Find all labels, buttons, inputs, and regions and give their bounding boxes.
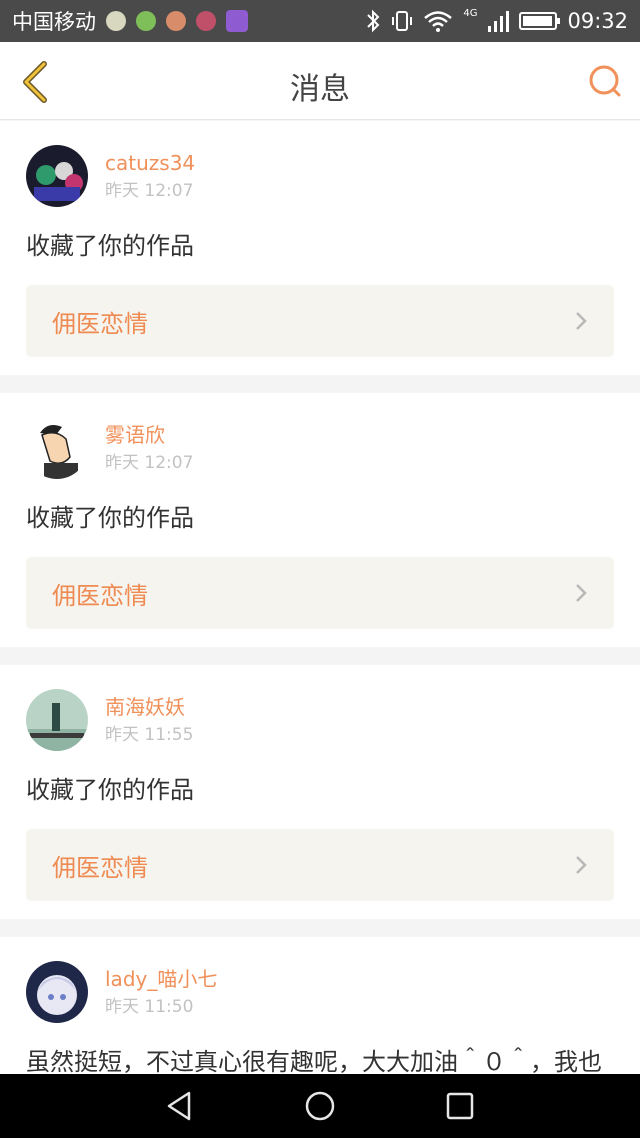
timestamp: 昨天 11:55	[105, 725, 194, 745]
avatar[interactable]	[26, 689, 88, 751]
app-notification-icon	[166, 11, 186, 31]
work-link[interactable]: 佣医恋情	[26, 285, 614, 357]
message-text: 收藏了你的作品	[26, 504, 194, 532]
work-title: 佣医恋情	[52, 581, 148, 610]
message-item[interactable]: lady_喵小七 昨天 11:50 虽然挺短，不过真心很有趣呢，大大加油＾０＾，…	[0, 937, 640, 1074]
work-title: 佣医恋情	[52, 309, 148, 338]
message-list[interactable]: catuzs34 昨天 12:07 收藏了你的作品 佣医恋情 雾语欣 昨天 12…	[0, 121, 640, 1074]
work-link[interactable]: 佣医恋情	[26, 829, 614, 901]
page-title: 消息	[290, 72, 350, 107]
work-title: 佣医恋情	[52, 853, 148, 882]
battery-icon	[519, 12, 561, 30]
network-type-label: 4G	[463, 7, 478, 19]
clock: 09:32	[567, 9, 628, 33]
username[interactable]: catuzs34	[105, 150, 195, 176]
chevron-right-icon	[576, 312, 587, 330]
search-icon[interactable]	[588, 64, 622, 98]
timestamp: 昨天 12:07	[105, 181, 194, 201]
header: 消息	[0, 42, 640, 120]
work-link[interactable]: 佣医恋情	[26, 557, 614, 629]
status-bar: 中国移动 4G 09:32	[0, 0, 640, 42]
comment-text: 虽然挺短，不过真心很有趣呢，大大加油＾０＾，我也写过佣医，可以给我提建议吗	[26, 1048, 602, 1074]
chevron-right-icon	[576, 584, 587, 602]
avatar[interactable]	[26, 961, 88, 1023]
username[interactable]: 雾语欣	[105, 422, 193, 448]
avatar[interactable]	[26, 145, 88, 207]
timestamp: 昨天 11:50	[105, 997, 194, 1017]
message-text: 收藏了你的作品	[26, 232, 194, 260]
bluetooth-icon	[367, 9, 380, 33]
app-notification-icon	[136, 11, 156, 31]
carrier-label: 中国移动	[12, 10, 96, 34]
home-circle-icon[interactable]	[303, 1089, 337, 1123]
message-text: 收藏了你的作品	[26, 776, 194, 804]
message-item[interactable]: 南海妖妖 昨天 11:55 收藏了你的作品 佣医恋情	[0, 665, 640, 919]
gallery-notification-icon	[226, 10, 248, 32]
wifi-icon	[424, 11, 453, 32]
avatar[interactable]	[26, 417, 88, 479]
timestamp: 昨天 12:07	[105, 453, 194, 473]
username[interactable]: lady_喵小七	[105, 966, 217, 992]
recent-apps-square-icon[interactable]	[443, 1089, 477, 1123]
app-notification-icon	[196, 11, 216, 31]
username[interactable]: 南海妖妖	[105, 694, 193, 720]
back-triangle-icon[interactable]	[163, 1089, 197, 1123]
vibrate-icon	[392, 11, 413, 31]
message-item[interactable]: 雾语欣 昨天 12:07 收藏了你的作品 佣医恋情	[0, 393, 640, 647]
message-item[interactable]: catuzs34 昨天 12:07 收藏了你的作品 佣医恋情	[0, 121, 640, 375]
system-navigation-bar	[0, 1074, 640, 1138]
chevron-right-icon	[576, 856, 587, 874]
signal-icon	[488, 11, 510, 32]
app-notification-icon	[106, 11, 126, 31]
